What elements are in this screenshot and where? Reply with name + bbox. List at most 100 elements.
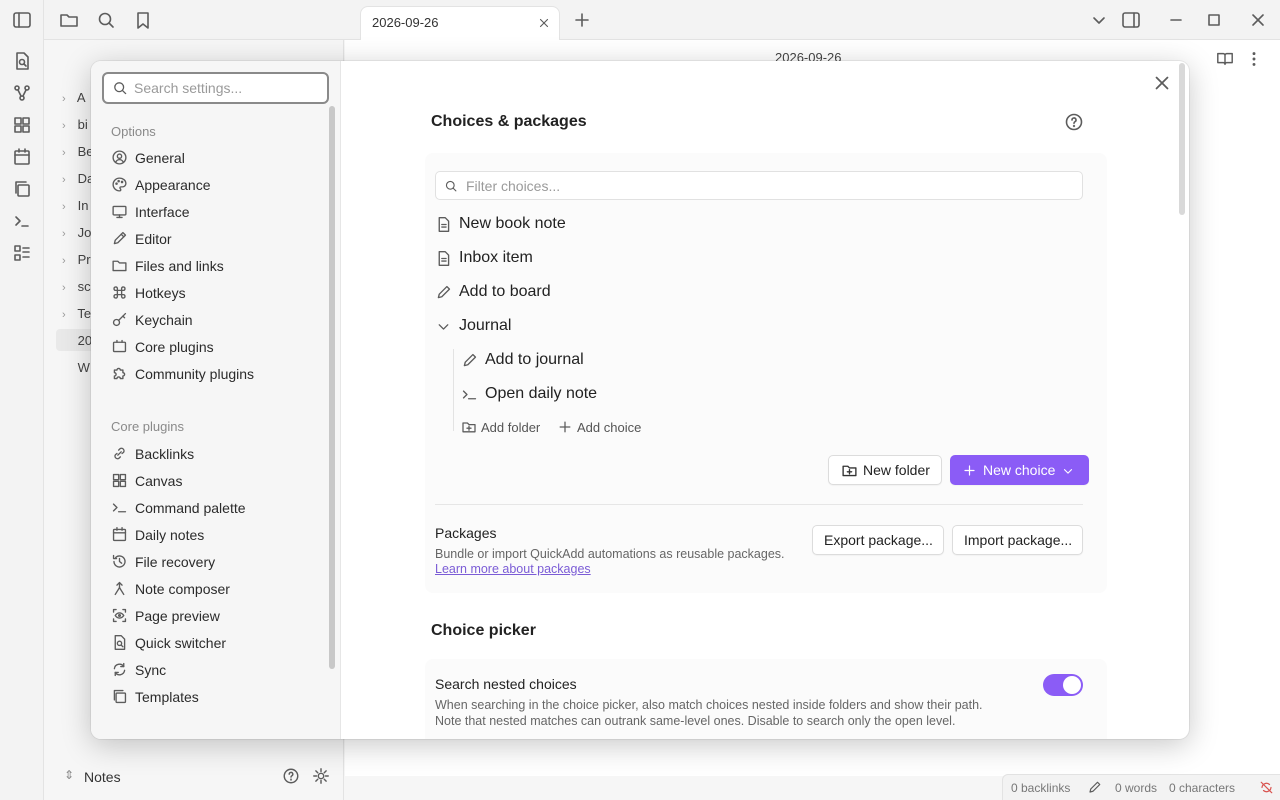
tree-item[interactable]: › Be bbox=[62, 144, 94, 164]
copy-icon[interactable] bbox=[12, 179, 32, 199]
sync-error-icon[interactable] bbox=[1259, 780, 1274, 795]
layout-icon[interactable] bbox=[12, 243, 32, 263]
merge-icon bbox=[114, 581, 125, 596]
nav-item-files-and-links[interactable]: Files and links bbox=[107, 254, 327, 278]
close-icon[interactable] bbox=[537, 16, 551, 30]
nav-item-note-composer[interactable]: Note composer bbox=[107, 577, 327, 601]
word-count: 0 words bbox=[1115, 781, 1158, 795]
nav-scrollbar[interactable] bbox=[329, 106, 335, 669]
nav-item-file-recovery[interactable]: File recovery bbox=[107, 550, 327, 574]
tab-label: 2026-09-26 bbox=[372, 15, 439, 30]
content-scrollbar[interactable] bbox=[1179, 63, 1185, 215]
search-icon bbox=[445, 180, 457, 192]
reading-view-icon[interactable] bbox=[1216, 50, 1234, 68]
nested-choice-item[interactable]: Open daily note bbox=[461, 382, 841, 408]
tree-item[interactable]: › A bbox=[62, 90, 86, 110]
more-options-icon[interactable] bbox=[1245, 50, 1263, 68]
nav-item-templates[interactable]: Templates bbox=[107, 685, 327, 709]
pencil-icon[interactable] bbox=[1087, 780, 1102, 795]
right-sidebar-icon[interactable] bbox=[1121, 10, 1141, 30]
tree-item[interactable]: › Da bbox=[62, 171, 94, 191]
nav-item-canvas[interactable]: Canvas bbox=[107, 469, 327, 493]
nav-item-interface[interactable]: Interface bbox=[107, 200, 327, 224]
calendar-icon bbox=[112, 527, 127, 542]
terminal-icon[interactable] bbox=[12, 211, 32, 231]
monitor-icon bbox=[112, 205, 127, 219]
choice-item[interactable]: Add to board bbox=[435, 280, 835, 306]
graph-icon[interactable] bbox=[12, 83, 32, 103]
tree-item[interactable]: › bi bbox=[62, 117, 88, 137]
import-package-button[interactable]: Import package... bbox=[952, 525, 1083, 555]
choices-card: New book note Inbox item Add to board Jo… bbox=[425, 153, 1107, 593]
nav-item-sync[interactable]: Sync bbox=[107, 658, 327, 682]
choice-item[interactable]: New book note bbox=[435, 212, 835, 238]
maximize-icon[interactable] bbox=[1204, 10, 1224, 30]
chevron-down-icon[interactable] bbox=[435, 318, 452, 335]
tab-daily-note[interactable]: 2026-09-26 bbox=[360, 6, 560, 40]
terminal-icon bbox=[112, 503, 127, 513]
new-folder-button[interactable]: New folder bbox=[828, 455, 942, 485]
divider bbox=[435, 504, 1083, 505]
search-icon[interactable] bbox=[96, 10, 116, 30]
window-close-icon[interactable] bbox=[1248, 10, 1268, 30]
vault-switcher[interactable]: ⇕ Notes bbox=[62, 766, 342, 790]
nav-item-daily-notes[interactable]: Daily notes bbox=[107, 523, 327, 547]
link-icon bbox=[114, 447, 125, 460]
filter-choices-input[interactable] bbox=[466, 177, 1066, 195]
nav-item-general[interactable]: General bbox=[107, 146, 327, 170]
settings-search[interactable] bbox=[102, 72, 329, 104]
close-icon[interactable] bbox=[1151, 72, 1173, 94]
filter-choices[interactable] bbox=[435, 171, 1083, 200]
tree-item[interactable]: › Jo bbox=[62, 225, 91, 245]
grid-icon[interactable] bbox=[12, 115, 32, 135]
nav-item-command-palette[interactable]: Command palette bbox=[107, 496, 327, 520]
folder-icon[interactable] bbox=[59, 10, 79, 30]
search-nested-toggle[interactable] bbox=[1043, 674, 1083, 696]
nav-item-keychain[interactable]: Keychain bbox=[107, 308, 327, 332]
settings-search-input[interactable] bbox=[134, 78, 319, 98]
tree-item[interactable]: › Te bbox=[62, 306, 91, 326]
tree-item[interactable]: W bbox=[62, 360, 90, 380]
new-choice-button[interactable]: New choice bbox=[950, 455, 1089, 485]
nav-item-hotkeys[interactable]: Hotkeys bbox=[107, 281, 327, 305]
nav-item-quick-switcher[interactable]: Quick switcher bbox=[107, 631, 327, 655]
nested-choice-item[interactable]: Add to journal bbox=[461, 348, 841, 374]
add-folder-button[interactable]: Add folder bbox=[461, 418, 545, 438]
user-circle-icon bbox=[112, 150, 127, 165]
tree-item[interactable]: › sc bbox=[62, 279, 91, 299]
nav-item-backlinks[interactable]: Backlinks bbox=[107, 442, 327, 466]
bookmark-icon[interactable] bbox=[133, 10, 153, 30]
backlinks-count[interactable]: 0 backlinks bbox=[1011, 781, 1070, 795]
packages-title: Packages bbox=[435, 525, 497, 541]
pencil-icon bbox=[463, 353, 477, 367]
file-search-icon[interactable] bbox=[12, 51, 32, 71]
help-icon[interactable] bbox=[1064, 112, 1084, 132]
choice-folder-journal[interactable]: Journal bbox=[435, 314, 835, 340]
chevron-down-icon[interactable] bbox=[1089, 10, 1109, 30]
tree-item[interactable]: › In bbox=[62, 198, 88, 218]
calendar-icon[interactable] bbox=[12, 147, 32, 167]
nav-item-core-plugins[interactable]: Core plugins bbox=[107, 335, 327, 359]
help-icon[interactable] bbox=[282, 767, 300, 785]
export-package-button[interactable]: Export package... bbox=[812, 525, 944, 555]
sidebar-toggle-icon[interactable] bbox=[12, 10, 32, 30]
gear-icon[interactable] bbox=[312, 767, 330, 785]
tree-item[interactable]: 20 bbox=[62, 333, 92, 353]
nav-item-appearance[interactable]: Appearance bbox=[107, 173, 327, 197]
toggle-knob bbox=[1063, 676, 1081, 694]
plus-icon bbox=[559, 421, 571, 433]
folder-plus-icon bbox=[462, 422, 476, 433]
plus-icon[interactable] bbox=[572, 10, 592, 30]
nav-item-page-preview[interactable]: Page preview bbox=[107, 604, 327, 628]
pencil-icon bbox=[437, 285, 451, 299]
choice-item[interactable]: Inbox item bbox=[435, 246, 835, 272]
key-icon bbox=[112, 312, 127, 327]
packages-learn-more-link[interactable]: Learn more about packages bbox=[435, 562, 591, 576]
tree-item[interactable]: › Pr bbox=[62, 252, 91, 272]
add-choice-button[interactable]: Add choice bbox=[557, 418, 645, 438]
terminal-icon bbox=[462, 390, 477, 400]
settings-modal: Options General Appearance Interface Edi… bbox=[91, 61, 1189, 739]
nav-item-community-plugins[interactable]: Community plugins bbox=[107, 362, 327, 386]
nav-item-editor[interactable]: Editor bbox=[107, 227, 327, 251]
minimize-icon[interactable] bbox=[1166, 10, 1186, 30]
